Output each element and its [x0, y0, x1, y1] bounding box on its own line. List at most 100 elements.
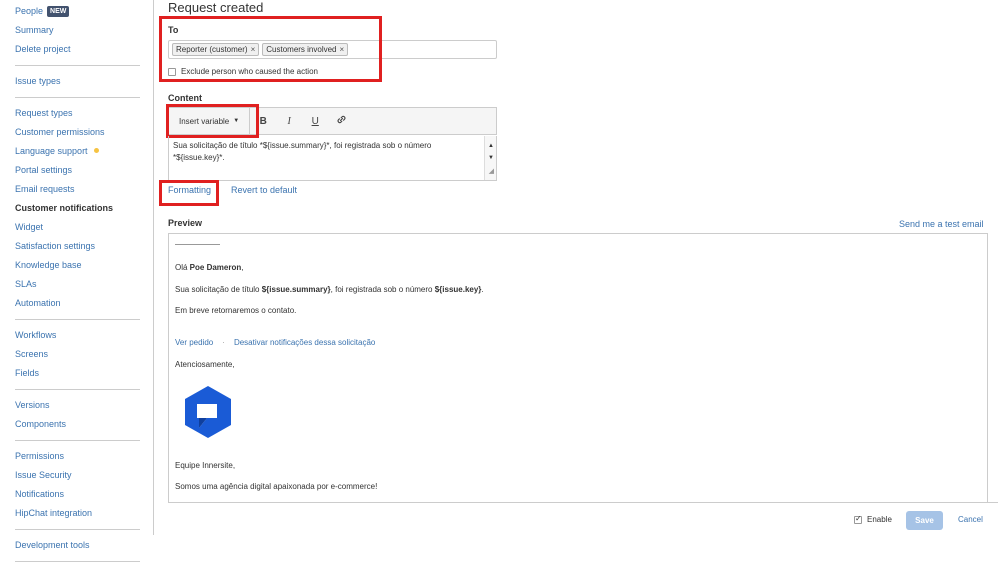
- recipient-chip-label: Reporter (customer): [176, 45, 248, 54]
- preview-contact: Em breve retornaremos o contato.: [175, 306, 297, 315]
- sidebar-item-label: Automation: [15, 298, 61, 308]
- formatting-link[interactable]: Formatting: [168, 185, 211, 195]
- preview-team: Equipe Innersite,: [175, 461, 236, 470]
- sidebar-divider: [15, 440, 140, 441]
- sidebar-item-label: Customer permissions: [15, 127, 105, 137]
- sidebar-divider: [15, 65, 140, 66]
- sidebar-item-permissions[interactable]: Permissions: [15, 447, 153, 466]
- sidebar-item-issue-security[interactable]: Issue Security: [15, 466, 153, 485]
- sidebar-item-knowledge-base[interactable]: Knowledge base: [15, 256, 153, 275]
- bold-button[interactable]: B: [250, 116, 276, 127]
- sidebar-item-screens[interactable]: Screens: [15, 345, 153, 364]
- sidebar-item-automation[interactable]: Automation: [15, 294, 153, 313]
- sidebar-item-notifications[interactable]: Notifications: [15, 485, 153, 504]
- preview-label: Preview: [168, 218, 203, 228]
- editor-toolbar: Insert variable ▼ B I U: [168, 107, 497, 135]
- resize-grip-icon[interactable]: ◢: [489, 166, 494, 178]
- send-test-email-link[interactable]: Send me a test email: [899, 219, 984, 229]
- scroll-down-icon[interactable]: ▼: [488, 152, 494, 164]
- sidebar-item-customer-notifications[interactable]: Customer notifications: [15, 199, 153, 218]
- greeting-text: Olá: [175, 263, 190, 272]
- sidebar-item-customer-permissions[interactable]: Customer permissions: [15, 123, 153, 142]
- exclude-actor-checkbox[interactable]: [168, 67, 176, 76]
- content-textarea[interactable]: Sua solicitação de título *${issue.summa…: [168, 136, 497, 181]
- sidebar-item-versions[interactable]: Versions: [15, 396, 153, 415]
- sidebar-item-label: Fields: [15, 368, 40, 378]
- sidebar-item-label: Summary: [15, 25, 54, 35]
- textarea-scrollbar[interactable]: ▲ ▼ ◢: [484, 136, 496, 180]
- body-text: Sua solicitação de título: [175, 285, 262, 294]
- revert-to-default-link[interactable]: Revert to default: [231, 185, 297, 195]
- sidebar-item-request-types[interactable]: Request types: [15, 104, 153, 123]
- recipient-chip-label: Customers involved: [266, 45, 337, 54]
- preview-regards: Atenciosamente,: [175, 360, 235, 369]
- sidebar-item-email-requests[interactable]: Email requests: [15, 180, 153, 199]
- customer-name: Poe Dameron: [189, 263, 242, 272]
- page-title: Request created: [168, 0, 264, 15]
- sidebar-item-slas[interactable]: SLAs: [15, 275, 153, 294]
- sidebar-item-label: Permissions: [15, 451, 65, 461]
- sidebar-item-label: Screens: [15, 349, 49, 359]
- sidebar-item-components[interactable]: Components: [15, 415, 153, 434]
- save-button[interactable]: Save: [906, 511, 943, 530]
- sidebar-item-label: Customer notifications: [15, 203, 114, 213]
- enable-label: Enable: [867, 515, 892, 524]
- recipient-chip-customers: Customers involved ×: [262, 43, 349, 56]
- project-settings-sidebar: People NEW Summary Delete project Issue type…: [0, 0, 154, 562]
- email-preview: Olá Poe Dameron, Sua solicitação de títu…: [168, 233, 988, 503]
- sidebar-item-satisfaction-settings[interactable]: Satisfaction settings: [15, 237, 153, 256]
- sidebar-item-people[interactable]: People NEW: [15, 2, 153, 21]
- remove-chip-icon[interactable]: ×: [251, 45, 256, 54]
- recipient-chip-reporter: Reporter (customer) ×: [172, 43, 260, 56]
- sidebar-item-label: HipChat integration: [15, 508, 93, 518]
- exclude-actor-row[interactable]: Exclude person who caused the action: [168, 67, 318, 76]
- cancel-button[interactable]: Cancel: [958, 515, 983, 524]
- scroll-up-icon[interactable]: ▲: [488, 140, 494, 152]
- sidebar-item-workflows[interactable]: Workflows: [15, 326, 153, 345]
- body-text: , foi registrada sob o número: [330, 285, 435, 294]
- sidebar-item-portal-settings[interactable]: Portal settings: [15, 161, 153, 180]
- sidebar-item-label: Versions: [15, 400, 50, 410]
- sidebar-item-label: Issue Security: [15, 470, 72, 480]
- link-button[interactable]: [328, 114, 354, 128]
- sidebar-item-label: Issue types: [15, 76, 61, 86]
- sidebar-item-label: People: [15, 6, 44, 16]
- sidebar-item-fields[interactable]: Fields: [15, 364, 153, 383]
- sidebar-item-delete-project[interactable]: Delete project: [15, 40, 153, 59]
- insert-variable-label: Insert variable: [179, 116, 230, 126]
- enable-toggle[interactable]: Enable: [854, 514, 892, 524]
- view-request-link[interactable]: Ver pedido: [175, 338, 213, 347]
- notification-editor: Request created To Reporter (customer) ×…: [159, 0, 998, 535]
- summary-variable: ${issue.summary}: [261, 285, 331, 294]
- sidebar-item-label: Workflows: [15, 330, 57, 340]
- enable-checkbox[interactable]: [854, 514, 862, 524]
- preview-tagline: Somos uma agência digital apaixonada por…: [175, 482, 378, 491]
- disable-notifications-link[interactable]: Desativar notificações dessa solicitação: [234, 338, 375, 347]
- sidebar-divider: [15, 529, 140, 530]
- sidebar-divider: [15, 319, 140, 320]
- sidebar-item-label: Satisfaction settings: [15, 241, 96, 251]
- sidebar-item-summary[interactable]: Summary: [15, 21, 153, 40]
- italic-button[interactable]: I: [276, 116, 302, 127]
- sidebar-item-hipchat-integration[interactable]: HipChat integration: [15, 504, 153, 523]
- sidebar-item-label: Language support: [15, 146, 88, 156]
- key-variable: ${issue.key}: [434, 285, 482, 294]
- sidebar-item-issue-types[interactable]: Issue types: [15, 72, 153, 91]
- recipients-field[interactable]: Reporter (customer) × Customers involved…: [168, 40, 497, 59]
- sidebar-item-label: Components: [15, 419, 67, 429]
- preview-links: Ver pedido · Desativar notificações dess…: [175, 338, 375, 347]
- form-footer: Enable Save Cancel: [168, 502, 998, 535]
- sidebar-item-development-tools[interactable]: Development tools: [15, 536, 153, 555]
- insert-variable-dropdown[interactable]: Insert variable ▼: [169, 108, 251, 134]
- sidebar-item-label: Delete project: [15, 44, 71, 54]
- status-dot-icon: [93, 148, 99, 153]
- to-label: To: [168, 25, 179, 35]
- remove-chip-icon[interactable]: ×: [340, 45, 345, 54]
- sidebar-item-label: Knowledge base: [15, 260, 82, 270]
- sidebar-item-language-support[interactable]: Language support: [15, 142, 153, 161]
- caret-down-icon: ▼: [233, 118, 240, 124]
- sidebar-item-label: Notifications: [15, 489, 65, 499]
- sidebar-item-label: Request types: [15, 108, 73, 118]
- sidebar-item-widget[interactable]: Widget: [15, 218, 153, 237]
- underline-button[interactable]: U: [302, 116, 328, 127]
